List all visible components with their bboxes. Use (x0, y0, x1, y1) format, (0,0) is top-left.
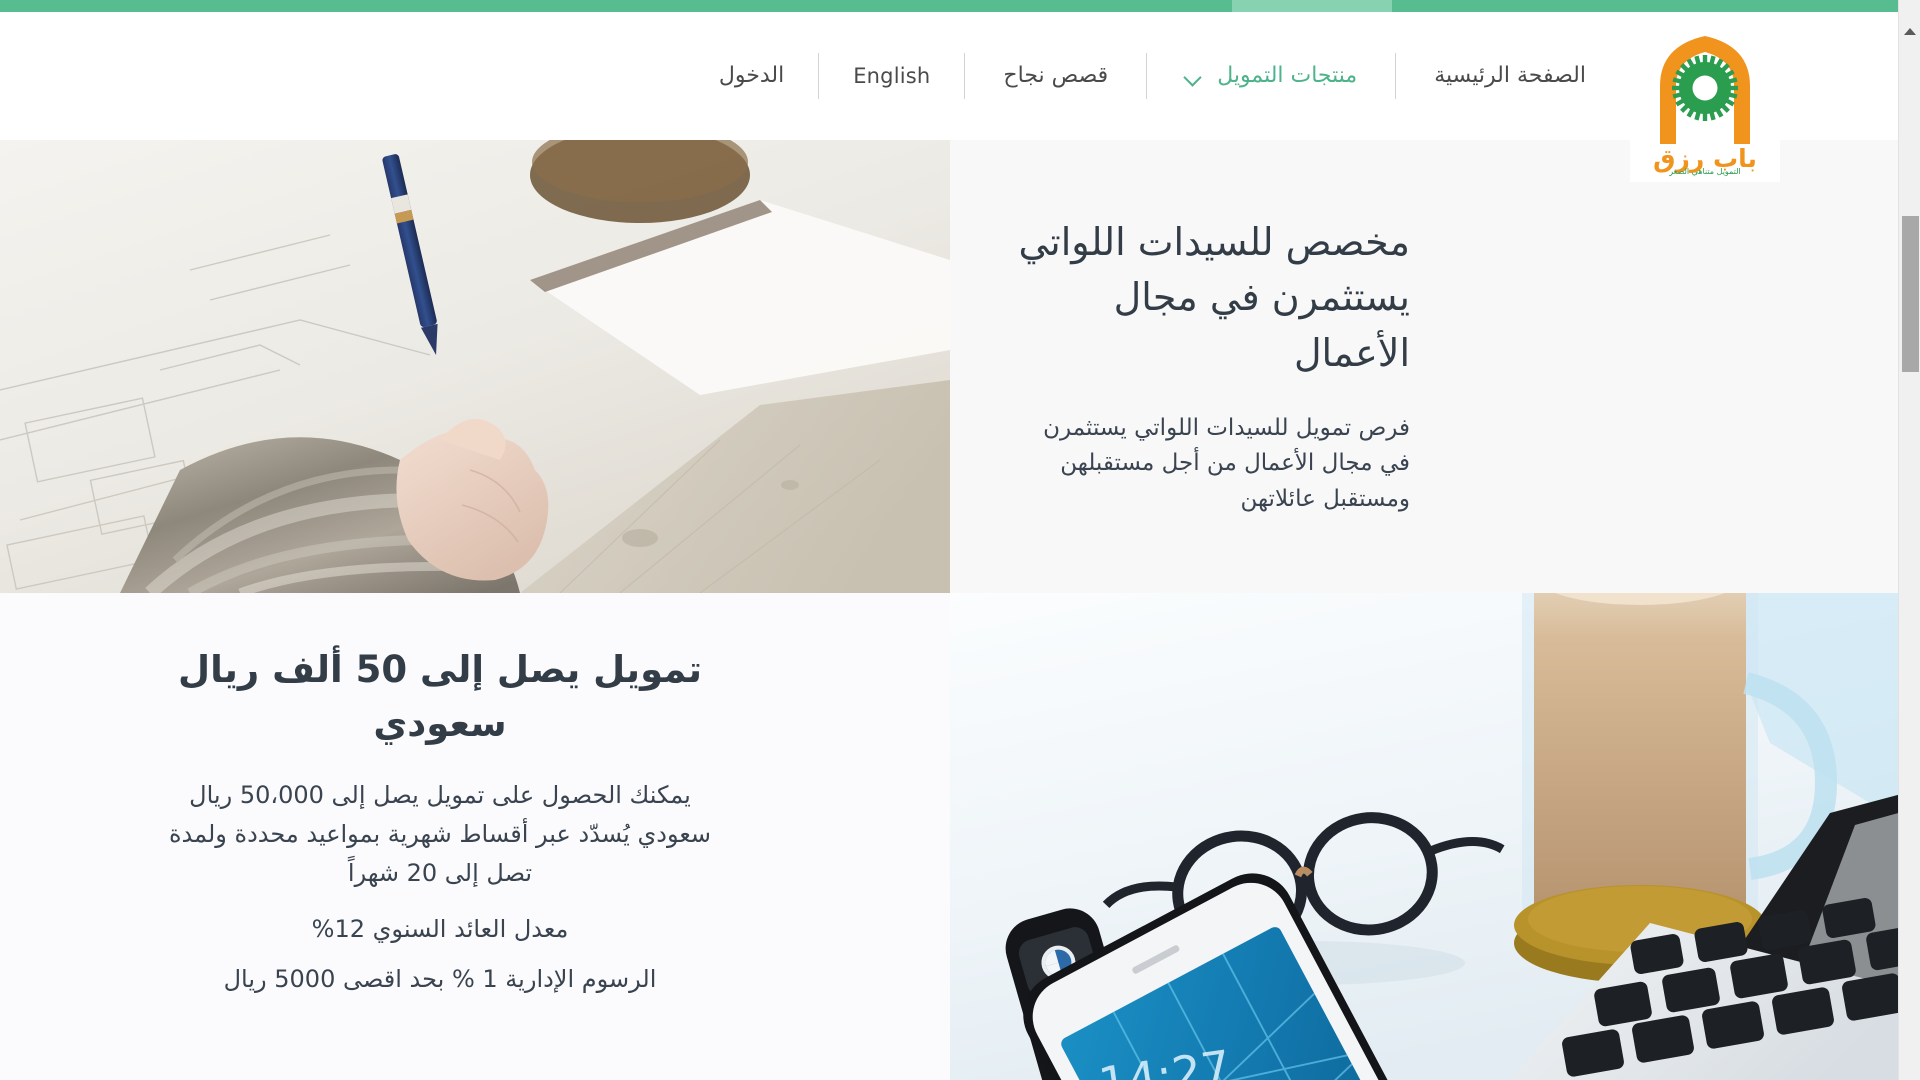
nav-item-home-label: الصفحة الرئيسية (1434, 63, 1586, 88)
promo-text-block: تمويل يصل إلى 50 ألف ريال سعودي يمكنك ال… (0, 593, 950, 1080)
nav-item-financing-products[interactable]: منتجات التمويل (1151, 65, 1391, 87)
nav-item-language-label: English (853, 63, 931, 88)
nav-item-login-label: الدخول (718, 63, 785, 88)
top-accent-bar (0, 0, 1920, 12)
nav-divider (1146, 53, 1148, 99)
promo-annual-rate: معدل العائد السنوي 12% (311, 914, 569, 943)
promo-body: يمكنك الحصول على تمويل يصل إلى 50،000 ري… (168, 781, 712, 888)
vertical-scrollbar[interactable] (1898, 0, 1920, 1080)
nav-item-financing-products-label: منتجات التمويل (1217, 63, 1358, 88)
nav-item-success-stories-label: قصص نجاح (1003, 63, 1109, 88)
main-navigation: الصفحة الرئيسية منتجات التمويل قصص نجاح … (689, 12, 1620, 140)
hero-subtitle: فرص تمويل للسيدات اللواتي يستثمرن في مجا… (1043, 414, 1410, 512)
nav-item-language-english[interactable]: English (823, 63, 960, 88)
site-logo[interactable]: باب رزق التمويل متناهي الصغر (1630, 22, 1780, 182)
promo-title: تمويل يصل إلى 50 ألف ريال سعودي (178, 648, 702, 745)
hero-image-hand-writing (0, 140, 950, 593)
top-accent-bar-segment (1232, 0, 1392, 12)
nav-divider (818, 53, 820, 99)
nav-item-login[interactable]: الدخول (689, 65, 814, 87)
nav-divider (1395, 53, 1397, 99)
scrollbar-thumb[interactable] (1902, 216, 1919, 372)
scroll-up-arrow-icon[interactable] (1899, 20, 1920, 42)
nav-item-success-stories[interactable]: قصص نجاح (969, 65, 1142, 87)
logo-tagline-text: التمويل متناهي الصغر (1668, 167, 1741, 176)
hero-title: مخصص للسيدات اللواتي يستثمرن في مجال الأ… (1018, 220, 1410, 375)
promo-image-desk-flatlay: 14:27 (950, 593, 1920, 1080)
main-content: مخصص للسيدات اللواتي يستثمرن في مجال الأ… (0, 140, 1920, 1080)
site-header: باب رزق التمويل متناهي الصغر الصفحة الرئ… (0, 12, 1920, 182)
nav-divider (964, 53, 966, 99)
nav-item-home[interactable]: الصفحة الرئيسية (1400, 65, 1620, 87)
page-root: باب رزق التمويل متناهي الصغر الصفحة الرئ… (0, 0, 1920, 1080)
chevron-down-icon (1185, 71, 1203, 81)
hero-text-block: مخصص للسيدات اللواتي يستثمرن في مجال الأ… (950, 140, 1920, 593)
promo-admin-fee: الرسوم الإدارية 1 % بحد اقصى 5000 ريال (223, 964, 657, 993)
